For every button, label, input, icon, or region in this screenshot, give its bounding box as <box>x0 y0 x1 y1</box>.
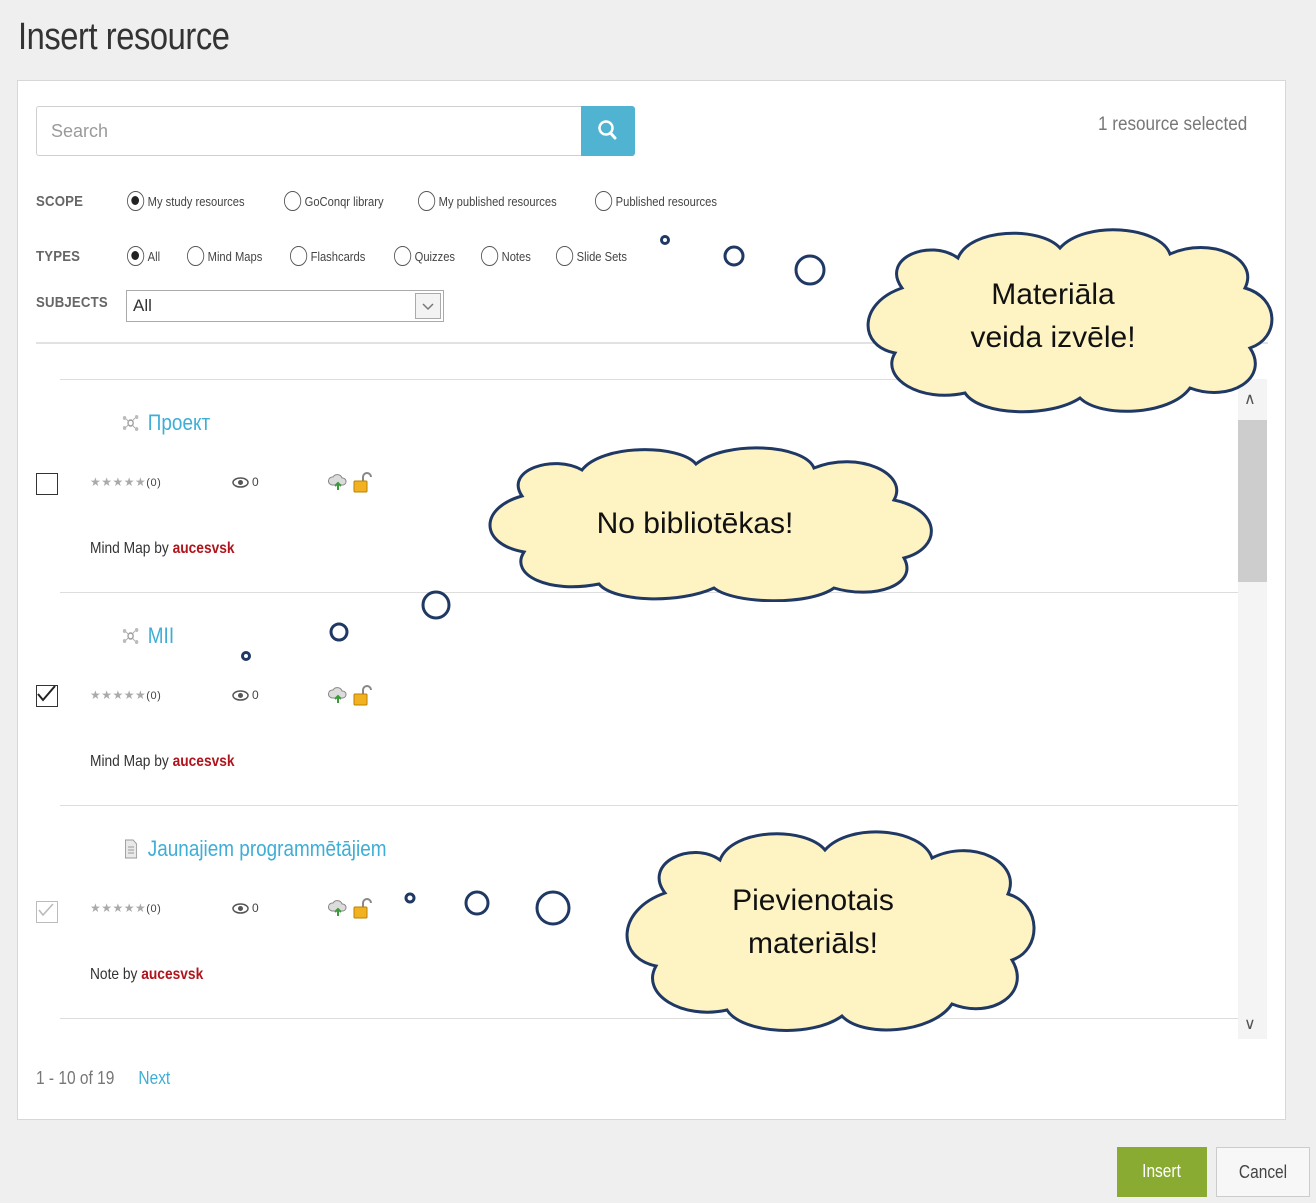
callout-text: No bibliotēkas! <box>596 507 794 540</box>
thought-bubbles <box>241 235 826 926</box>
callout-text: Pievienotais materiāls! <box>732 884 894 960</box>
callout-text: Materiāla veida izvēle! <box>970 278 1136 354</box>
